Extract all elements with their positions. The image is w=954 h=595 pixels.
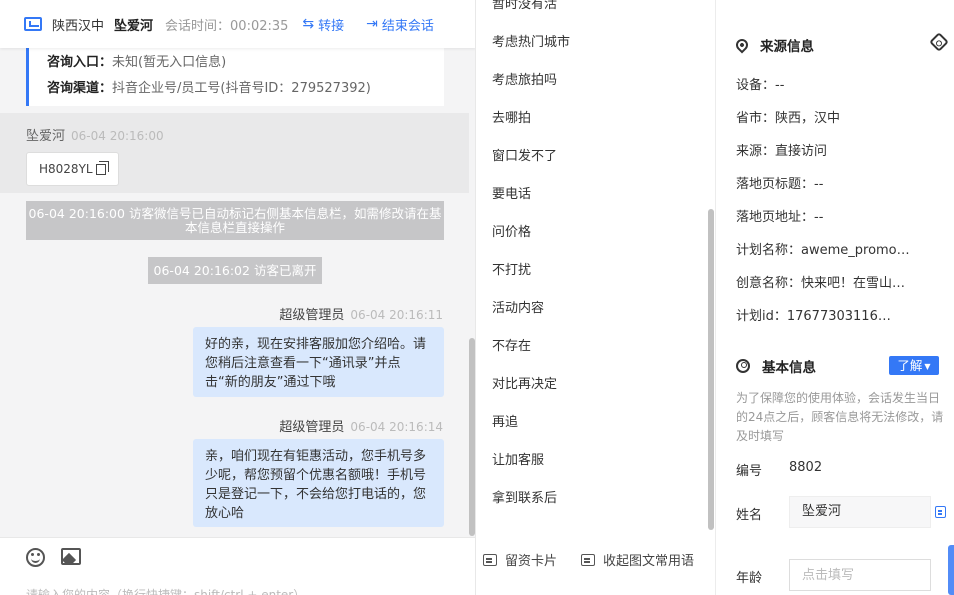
info-row-plan-id: 计划id：1767730311690 bbox=[736, 309, 892, 324]
consult-channel-row: 咨询渠道：抖音企业号/员工号(抖音号ID：279527392) bbox=[47, 81, 371, 96]
chat-header: 陕西汉中 坠爱河 会话时间：00:02:35 ⇆ 转接 ⇥ 结束会话 bbox=[0, 0, 475, 48]
quick-phrase-list: 暂时没有活考虑热门城市 考虑旅拍吗去哪拍窗口发不了要电话问价格不打扰活动内容不存在… bbox=[476, 0, 716, 595]
source-info-title: 来源信息 bbox=[733, 35, 814, 55]
phrase-item[interactable]: 考虑热门城市 bbox=[492, 31, 570, 50]
system-message: 06-04 20:16:02 访客已离开 bbox=[148, 257, 322, 284]
end-session-button[interactable]: ⇥ 结束会话 bbox=[366, 15, 434, 34]
visitor-name: 坠爱河 bbox=[114, 18, 154, 34]
info-row-region: 省市：陕西，汉中 bbox=[736, 111, 841, 126]
info-row-plan-name: 计划名称：aweme_promotion bbox=[736, 243, 912, 258]
caret-down-icon: ▼ bbox=[924, 362, 931, 371]
phrase-scrollbar[interactable] bbox=[708, 209, 714, 530]
edit-notice: 为了保障您的使用体验，会话发生当日的24点之后，顾客信息将无法修改，请及时填写 bbox=[736, 391, 944, 443]
user-icon bbox=[736, 359, 750, 373]
phrase-item[interactable]: 去哪拍 bbox=[492, 107, 531, 126]
agent-message-meta: 超级管理员 06-04 20:16:11 bbox=[279, 308, 443, 323]
source-info-card: 咨询入口：未知(暂无入口信息) 咨询渠道：抖音企业号/员工号(抖音号ID：279… bbox=[26, 40, 444, 106]
copy-icon[interactable] bbox=[935, 506, 946, 518]
transfer-icon: ⇆ bbox=[302, 16, 315, 32]
phrase-item[interactable]: 不存在 bbox=[492, 335, 531, 354]
phrase-item[interactable]: 不打扰 bbox=[492, 259, 531, 278]
agent-message-bubble: 好的亲，现在安排客服加您介绍哈。请您稍后注意查看一下“通讯录”并点击“新的朋友”… bbox=[193, 327, 444, 397]
phrase-item[interactable]: 活动内容 bbox=[492, 297, 544, 316]
name-field[interactable]: 坠爱河 bbox=[789, 496, 931, 528]
chat-scrollbar[interactable] bbox=[469, 338, 475, 536]
exit-icon: ⇥ bbox=[366, 16, 378, 32]
transfer-button[interactable]: ⇆ 转接 bbox=[302, 15, 344, 34]
phrase-item[interactable]: 问价格 bbox=[492, 221, 531, 240]
info-row-creative-name: 创意名称：快来吧！在雪山下拍婚纱照 bbox=[736, 276, 912, 291]
collapse-phrases-button[interactable]: 收起图文常用语 bbox=[580, 550, 694, 569]
id-label: 编号 bbox=[736, 464, 763, 479]
agent-message-meta: 超级管理员 06-04 20:16:14 bbox=[279, 420, 443, 435]
phrase-item[interactable]: 要电话 bbox=[492, 183, 531, 202]
message-input-placeholder[interactable]: 请输入您的内容（换行快捷键：shift/ctrl + enter） bbox=[26, 586, 305, 595]
info-row-landing-url: 落地页地址：-- bbox=[736, 210, 824, 225]
emoji-icon[interactable] bbox=[26, 548, 45, 567]
card-icon bbox=[482, 553, 497, 566]
consult-entry-row: 咨询入口：未知(暂无入口信息) bbox=[47, 55, 227, 70]
session-time: 会话时间：00:02:35 bbox=[165, 18, 289, 34]
phrase-item[interactable]: 考虑旅拍吗 bbox=[492, 69, 557, 88]
visitor-info-panel: 来源信息 设备：-- 省市：陕西，汉中 来源：直接访问 落地页标题：-- 落地页… bbox=[716, 0, 954, 595]
basic-info-title: 基本信息 bbox=[736, 356, 816, 376]
image-icon[interactable] bbox=[61, 548, 81, 565]
lead-card-button[interactable]: 留资卡片 bbox=[482, 550, 557, 569]
message-input-area[interactable]: 请输入您的内容（换行快捷键：shift/ctrl + enter） bbox=[0, 537, 475, 595]
name-label: 姓名 bbox=[736, 508, 763, 523]
copy-icon[interactable] bbox=[95, 160, 109, 175]
age-input[interactable] bbox=[789, 559, 931, 591]
learn-more-button[interactable]: 了解 ▼ bbox=[889, 356, 939, 375]
agent-message-bubble: 亲，咱们现在有钜惠活动，您手机号多少呢，帮您预留个优惠名额哦！手机号只是登记一下… bbox=[193, 439, 444, 527]
message-icon bbox=[580, 553, 595, 566]
phrase-item[interactable]: 对比再决定 bbox=[492, 373, 557, 392]
phrase-item[interactable]: 再追 bbox=[492, 411, 518, 430]
id-value: 8802 bbox=[789, 460, 823, 475]
location-pin-icon bbox=[733, 36, 751, 54]
floating-panel-edge[interactable] bbox=[948, 545, 954, 595]
info-row-device: 设备：-- bbox=[736, 78, 785, 93]
system-message: 06-04 20:16:00 访客微信号已自动标记右侧基本信息栏，如需修改请在基… bbox=[26, 201, 444, 240]
phrase-item[interactable]: 让加客服 bbox=[492, 449, 544, 468]
visitor-location: 陕西汉中 bbox=[52, 18, 105, 34]
code-chip[interactable]: H8028YL bbox=[26, 152, 119, 186]
visitor-message: 坠爱河 06-04 20:16:00 H8028YL bbox=[0, 113, 469, 193]
info-row-source: 来源：直接访问 bbox=[736, 144, 828, 159]
phrase-item[interactable]: 窗口发不了 bbox=[492, 145, 557, 164]
phrase-footer: 留资卡片 收起图文常用语 bbox=[476, 537, 715, 582]
monitor-icon bbox=[24, 17, 42, 31]
age-label: 年龄 bbox=[736, 571, 763, 586]
info-row-landing-title: 落地页标题：-- bbox=[736, 177, 824, 192]
phrase-item[interactable]: 拿到联系后 bbox=[492, 487, 557, 506]
chat-panel: 咨询入口：未知(暂无入口信息) 咨询渠道：抖音企业号/员工号(抖音号ID：279… bbox=[0, 0, 476, 595]
settings-icon[interactable] bbox=[929, 32, 949, 52]
message-meta: 坠爱河 06-04 20:16:00 bbox=[26, 129, 164, 144]
phrase-item[interactable]: 暂时没有活 bbox=[492, 0, 557, 12]
